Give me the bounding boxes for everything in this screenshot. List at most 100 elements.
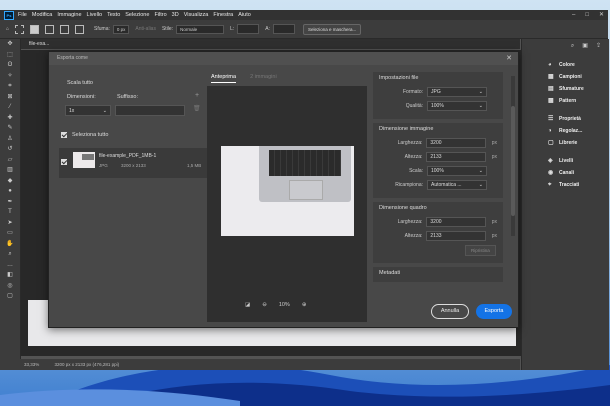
reset-button[interactable]: Ripristina: [465, 244, 496, 256]
menu-immagine[interactable]: Immagine: [57, 12, 81, 18]
workspace-icon[interactable]: ▣: [582, 39, 588, 53]
canvas-width-input[interactable]: 3200: [426, 217, 486, 227]
share-icon[interactable]: ⇪: [596, 39, 601, 53]
intersect-selection-icon[interactable]: [75, 24, 85, 34]
hand-icon[interactable]: ✋: [0, 239, 20, 250]
select-mask-button[interactable]: Seleziona e maschera...: [303, 23, 362, 35]
right-panels: ⌕ ▣ ⇪ ◕ Colore ▦ Campioni ▤ Sfumature ▩ Patt…: [521, 39, 609, 370]
menu-finestra[interactable]: Finestra: [213, 12, 233, 18]
menu-filtro[interactable]: Filtro: [154, 12, 166, 18]
zoom-icon[interactable]: ⌕: [0, 249, 20, 260]
type-icon[interactable]: T: [0, 207, 20, 218]
rectangle-icon[interactable]: ▭: [0, 228, 20, 239]
photoshop-logo: Ps: [4, 10, 14, 20]
panel-livelli[interactable]: ◈ Livelli: [522, 155, 609, 167]
blur-icon[interactable]: ◆: [0, 176, 20, 187]
a-input[interactable]: [273, 24, 295, 34]
dialog-close-icon[interactable]: ✕: [506, 52, 512, 65]
brush-icon[interactable]: ✎: [0, 123, 20, 134]
eyedropper-icon[interactable]: ⁄: [0, 102, 20, 113]
document-tab[interactable]: file-exa...: [21, 39, 520, 49]
panel-colore[interactable]: ◕ Colore: [522, 59, 609, 71]
history-brush-icon[interactable]: ↺: [0, 144, 20, 155]
settings-scrollbar[interactable]: [511, 76, 515, 236]
canvas-height-input[interactable]: 2133: [426, 231, 486, 241]
menu-livello[interactable]: Livello: [87, 12, 103, 18]
stile-select[interactable]: Normale: [176, 24, 225, 34]
more-tools-icon[interactable]: …: [0, 260, 20, 271]
scale-all-heading: Scala tutto: [67, 80, 93, 86]
subtract-selection-icon[interactable]: [60, 24, 70, 34]
dialog-title: Esporta come: [49, 52, 518, 65]
gradient-icon[interactable]: ▥: [0, 165, 20, 176]
panel-campioni[interactable]: ▦ Campioni: [522, 71, 609, 83]
close-icon[interactable]: ✕: [599, 10, 604, 20]
minimize-icon[interactable]: –: [572, 10, 575, 20]
select-all-checkbox[interactable]: [61, 132, 67, 138]
move-tool-icon[interactable]: ✥: [0, 39, 20, 50]
menu-selezione[interactable]: Selezione: [125, 12, 149, 18]
cancel-button[interactable]: Annulla: [431, 304, 469, 319]
zoom-out-icon[interactable]: ⊖: [262, 302, 267, 308]
trash-icon[interactable]: 🗑: [193, 105, 201, 112]
panel-pattern[interactable]: ▩ Pattern: [522, 95, 609, 107]
panel-sfumature[interactable]: ▤ Sfumature: [522, 83, 609, 95]
add-selection-icon[interactable]: [45, 24, 55, 34]
fit-view-icon[interactable]: ◪: [245, 302, 250, 308]
panel-tracciati[interactable]: ⌖ Tracciati: [522, 179, 609, 191]
path-select-icon[interactable]: ➤: [0, 218, 20, 229]
quality-select[interactable]: 100% ⌄: [427, 101, 487, 111]
home-icon[interactable]: ⌂: [6, 26, 9, 32]
new-selection-icon[interactable]: [30, 24, 40, 34]
swatches-icon: ▦: [548, 74, 554, 80]
crop-icon[interactable]: ⌗: [0, 81, 20, 92]
lasso-icon[interactable]: ʘ: [0, 60, 20, 71]
export-as-dialog: Esporta come ✕ Scala tutto Dimensioni: S…: [48, 51, 519, 328]
tab-images[interactable]: 2 immagini: [250, 74, 277, 83]
add-scale-icon[interactable]: +: [195, 92, 199, 99]
menu-3d[interactable]: 3D: [172, 12, 179, 18]
quick-mask-icon[interactable]: ◎: [0, 281, 20, 292]
color-swatches-icon[interactable]: ◧: [0, 270, 20, 281]
search-icon[interactable]: ⌕: [571, 39, 574, 53]
marquee-icon[interactable]: ⬚: [0, 50, 20, 61]
file-checkbox[interactable]: [61, 159, 67, 165]
chevron-down-icon: ⌄: [478, 182, 483, 188]
width-input[interactable]: 3200: [426, 138, 486, 148]
suffix-input[interactable]: [115, 105, 185, 116]
panel-proprieta[interactable]: ☰ Proprietà: [522, 113, 609, 125]
dodge-icon[interactable]: ●: [0, 186, 20, 197]
file-name: file-example_PDF_1MB-1: [99, 153, 157, 159]
pen-icon[interactable]: ✒: [0, 197, 20, 208]
marquee-tool-icon[interactable]: [15, 24, 25, 34]
panel-regolazioni[interactable]: ◑ Regolaz...: [522, 125, 609, 137]
healing-icon[interactable]: ✚: [0, 113, 20, 124]
resample-select[interactable]: Automatica ... ⌄: [427, 180, 487, 190]
screen-mode-icon[interactable]: ▢: [0, 291, 20, 302]
canvas-size-heading: Dimensione quadro: [379, 205, 427, 211]
menu-bar: Ps File Modifica Immagine Livello Testo …: [0, 10, 608, 20]
stamp-icon[interactable]: ♙: [0, 134, 20, 145]
frame-icon[interactable]: ⊠: [0, 92, 20, 103]
maximize-icon[interactable]: □: [585, 10, 589, 20]
menu-aiuto[interactable]: Aiuto: [238, 12, 251, 18]
menu-visualizza[interactable]: Visualizza: [184, 12, 209, 18]
menu-modifica[interactable]: Modifica: [32, 12, 52, 18]
l-input[interactable]: [237, 24, 260, 34]
panel-canali[interactable]: ◉ Canali: [522, 167, 609, 179]
magic-wand-icon[interactable]: ✧: [0, 71, 20, 82]
height-input[interactable]: 2133: [426, 152, 486, 162]
zoom-in-icon[interactable]: ⊕: [302, 302, 307, 308]
scale-select[interactable]: 1x ⌄: [65, 105, 111, 116]
panel-librerie[interactable]: ▢ Librerie: [522, 137, 609, 149]
tab-preview[interactable]: Anteprima: [211, 74, 237, 83]
menu-file[interactable]: File: [18, 12, 27, 18]
settings-pane: Impostazioni file Formato: JPG ⌄ Qualità:…: [373, 72, 503, 286]
eraser-icon[interactable]: ▱: [0, 155, 20, 166]
menu-testo[interactable]: Testo: [107, 12, 120, 18]
sfuma-input[interactable]: 0 px: [112, 24, 130, 34]
scale-select-percent[interactable]: 100% ⌄: [427, 166, 487, 176]
antialias-checkbox[interactable]: Anti-alias: [135, 26, 156, 32]
format-select[interactable]: JPG ⌄: [427, 87, 487, 97]
export-button[interactable]: Esporta: [476, 304, 512, 319]
